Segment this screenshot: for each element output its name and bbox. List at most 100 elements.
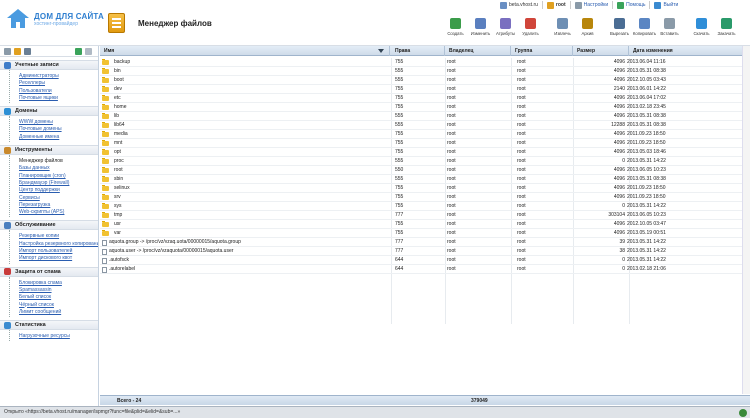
- col-header-perm[interactable]: Права: [391, 46, 445, 56]
- col-header-date[interactable]: Дата изменения: [629, 46, 739, 56]
- table-row[interactable]: root 550 root root 4096 2013.06.05 10:23: [100, 166, 750, 175]
- size-cell: 4096: [613, 113, 625, 119]
- table-scrollbar[interactable]: [742, 46, 750, 394]
- sidebar-section-title: Инструменты: [15, 147, 53, 154]
- help-link[interactable]: Помощь: [626, 2, 645, 8]
- table-row[interactable]: tmp 777 root root 303104 2013.06.05 10:23: [100, 211, 750, 220]
- table-body: backup 755 root root 4096 2013.06.04 11:16 bin…: [100, 58, 750, 274]
- sidebar-section-header[interactable]: Статистика: [0, 320, 98, 331]
- table-row[interactable]: aquota.group -> /proc/vz/vzaq.uota/00000…: [100, 238, 750, 247]
- permissions-cell: 555: [395, 68, 404, 74]
- sidebar-item[interactable]: Сервисы: [19, 195, 98, 202]
- toolbar-button-6[interactable]: Вырезать: [607, 18, 632, 42]
- sidebar-item[interactable]: Блокировка спама: [19, 280, 98, 287]
- sidebar-item[interactable]: Лимит сообщений: [19, 309, 98, 316]
- sidebar-section-header[interactable]: Защита от спама: [0, 266, 98, 277]
- menu-icon[interactable]: [24, 47, 31, 55]
- sidebar-item[interactable]: Брандмауэр (Firewall): [19, 180, 98, 187]
- list-view-icon[interactable]: [4, 47, 11, 55]
- table-row[interactable]: lib 555 root root 4096 2013.05.31 08:38: [100, 112, 750, 121]
- size-cell: 39: [619, 239, 625, 245]
- toolbar-button-5[interactable]: Архив: [575, 18, 600, 42]
- toolbar-button-2[interactable]: Атрибуты: [493, 18, 518, 42]
- table-row[interactable]: home 755 root root 4096 2013.02.18 23:45: [100, 103, 750, 112]
- toolbar-button-9[interactable]: Скачать: [689, 18, 714, 42]
- copy-icon: [639, 18, 650, 29]
- sidebar-item[interactable]: Почтовые ящики: [19, 95, 98, 102]
- table-row[interactable]: .autorelabel 644 root root 0 2013.02.18 21:06: [100, 265, 750, 274]
- sort-desc-icon: [378, 49, 384, 53]
- table-row[interactable]: dev 755 root root 2140 2013.06.01 14:22: [100, 85, 750, 94]
- sidebar-item[interactable]: Центр поддержки: [19, 187, 98, 194]
- table-row[interactable]: proc 555 root root 0 2013.05.31 14:22: [100, 157, 750, 166]
- favorites-star-icon[interactable]: [14, 47, 21, 55]
- toolbar-button-1[interactable]: Изменить: [468, 18, 493, 42]
- col-header-owner[interactable]: Владелец: [445, 46, 511, 56]
- sidebar-item[interactable]: Базы данных: [19, 165, 98, 172]
- file-name-cell: mnt: [100, 139, 390, 148]
- col-header-group[interactable]: Группа: [511, 46, 573, 56]
- sidebar-section-header[interactable]: Инструменты: [0, 145, 98, 156]
- sidebar-section-header[interactable]: Домены: [0, 106, 98, 117]
- table-row[interactable]: boot 555 root root 4096 2012.10.05 03:43: [100, 76, 750, 85]
- toolbar-button-10[interactable]: Закачать: [714, 18, 739, 42]
- table-row[interactable]: usr 755 root root 4096 2012.10.05 03:47: [100, 220, 750, 229]
- col-header-name[interactable]: Имя: [100, 46, 390, 56]
- toolbar-button-7[interactable]: Копировать: [632, 18, 657, 42]
- size-cell: 0: [622, 203, 625, 209]
- sidebar-section-header[interactable]: Обслуживание: [0, 220, 98, 231]
- size-cell: 4096: [613, 77, 625, 83]
- sidebar-item[interactable]: Нагрузочные ресурсы: [19, 333, 98, 340]
- table-row[interactable]: sys 755 root root 0 2013.05.31 14:22: [100, 202, 750, 211]
- table-row[interactable]: var 755 root root 4096 2013.05.19 00:51: [100, 229, 750, 238]
- table-row[interactable]: sbin 555 root root 4096 2013.05.31 08:38: [100, 175, 750, 184]
- sidebar-item[interactable]: Чёрный список: [19, 302, 98, 309]
- settings-link[interactable]: Настройки: [584, 2, 609, 8]
- sidebar-item[interactable]: Web-скрипты (APS): [19, 209, 98, 216]
- sidebar-item[interactable]: Администраторы: [19, 73, 98, 80]
- sidebar-item[interactable]: Доменные имена: [19, 134, 98, 141]
- sidebar-item[interactable]: Импорт дискового квот: [19, 255, 98, 262]
- sidebar-section-header[interactable]: Учетные записи: [0, 60, 98, 70]
- logout-link[interactable]: Выйти: [663, 2, 678, 8]
- sidebar-item[interactable]: Почтовые домены: [19, 126, 98, 133]
- owner-cell: root: [447, 230, 456, 236]
- table-row[interactable]: srv 755 root root 4096 2011.09.23 18:50: [100, 193, 750, 202]
- sidebar-item[interactable]: Белый список: [19, 294, 98, 301]
- date-cell: 2012.10.05 03:47: [627, 221, 666, 227]
- collapse-all-icon[interactable]: [85, 48, 92, 55]
- folder-icon: [102, 167, 109, 173]
- user-name[interactable]: root: [556, 2, 566, 8]
- toolbar-button-3[interactable]: Удалить: [518, 18, 543, 42]
- file-icon: [102, 266, 107, 273]
- sidebar-item[interactable]: Планировщик (cron): [19, 173, 98, 180]
- table-row[interactable]: .autofsck 644 root root 0 2013.05.31 14:22: [100, 256, 750, 265]
- expand-all-icon[interactable]: [75, 48, 82, 55]
- sidebar-item[interactable]: Импорт пользователей: [19, 248, 98, 255]
- sidebar-item[interactable]: Пользователи: [19, 88, 98, 95]
- table-row[interactable]: lib64 555 root root 12288 2013.05.31 08:38: [100, 121, 750, 130]
- toolbar-button-8[interactable]: Вставить: [657, 18, 682, 42]
- table-row[interactable]: bin 555 root root 4096 2013.05.31 08:38: [100, 67, 750, 76]
- folder-icon: [102, 113, 109, 119]
- table-row[interactable]: opt 755 root root 4096 2013.05.03 18:46: [100, 148, 750, 157]
- sidebar-item[interactable]: WWW домены: [19, 119, 98, 126]
- sidebar-item[interactable]: Резервные копии: [19, 233, 98, 240]
- toolbar-button-4[interactable]: Извлечь: [550, 18, 575, 42]
- sidebar-item[interactable]: Менеджер файлов: [19, 158, 98, 165]
- table-row[interactable]: etc 755 root root 4096 2013.06.04 17:02: [100, 94, 750, 103]
- table-row[interactable]: selinux 755 root root 4096 2011.09.23 18:50: [100, 184, 750, 193]
- table-row[interactable]: media 755 root root 4096 2011.09.23 18:50: [100, 130, 750, 139]
- toolbar-button-0[interactable]: Создать: [443, 18, 468, 42]
- table-row[interactable]: aquota.user -> /proc/vz/vzaquota/0000001…: [100, 247, 750, 256]
- sidebar-item[interactable]: Настройка резервного копирования: [19, 241, 98, 248]
- table-row[interactable]: mnt 755 root root 4096 2011.09.23 18:50: [100, 139, 750, 148]
- logo[interactable]: ДОМ ДЛЯ САЙТА хостинг-провайдер: [5, 8, 104, 30]
- sidebar-item[interactable]: Реселлеры: [19, 80, 98, 87]
- permissions-cell: 755: [395, 59, 404, 65]
- toolbar-button-label: Удалить: [522, 31, 539, 36]
- sidebar-item[interactable]: Перезагрузка: [19, 202, 98, 209]
- col-header-size[interactable]: Размер: [573, 46, 629, 56]
- table-row[interactable]: backup 755 root root 4096 2013.06.04 11:16: [100, 58, 750, 67]
- folder-icon: [102, 68, 109, 74]
